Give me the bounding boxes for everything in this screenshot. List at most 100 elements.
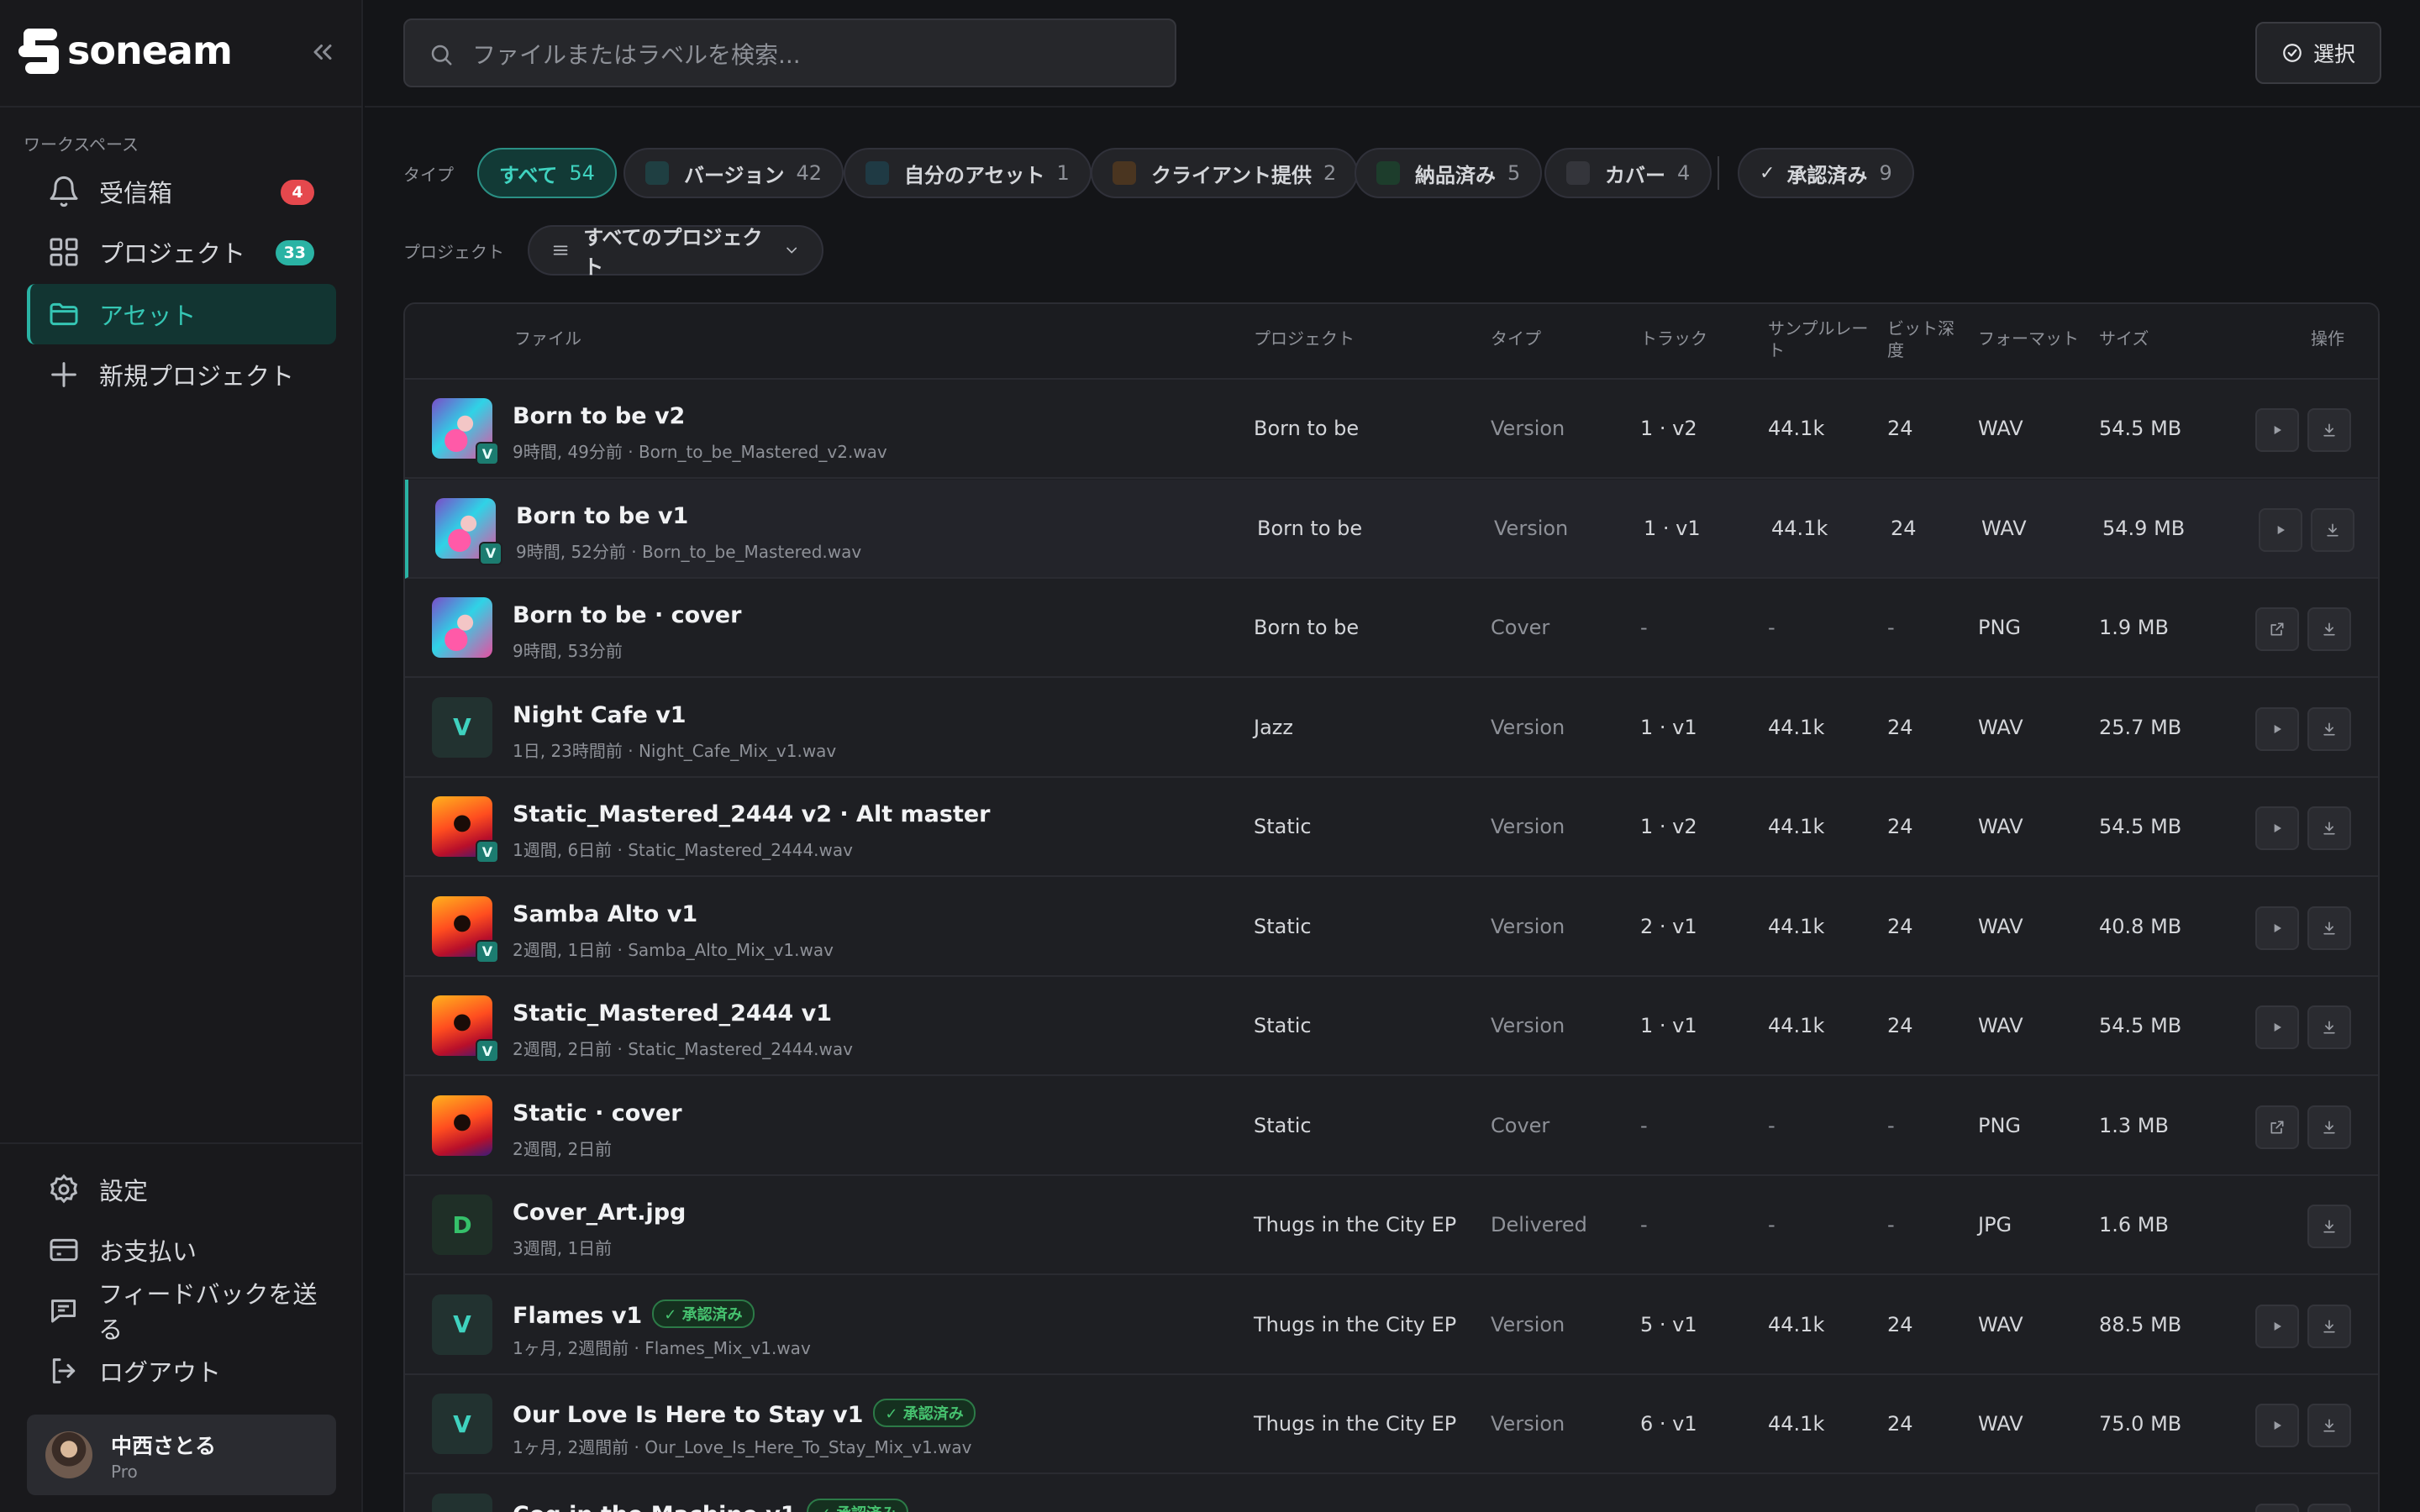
sidebar-item-projects[interactable]: プロジェクト 33	[27, 222, 336, 282]
file-name[interactable]: Flames v1 ✓ 承認済み	[513, 1299, 755, 1329]
collapse-sidebar-icon[interactable]	[308, 37, 338, 67]
file-name[interactable]: Samba Alto v1	[513, 901, 697, 927]
sidebar-item-new-project[interactable]: 新規プロジェクト	[27, 344, 336, 405]
play-button[interactable]	[2255, 1005, 2299, 1049]
open-button[interactable]	[2255, 1105, 2299, 1149]
download-button[interactable]	[2307, 706, 2351, 751]
filter-chip-all[interactable]: すべて 54	[477, 148, 617, 198]
cell-format: WAV	[1978, 1412, 2023, 1436]
play-button[interactable]	[2255, 408, 2299, 452]
download-button[interactable]	[2307, 806, 2351, 850]
cell-project: Thugs in the City EP	[1254, 1312, 1457, 1336]
play-button[interactable]	[2255, 1404, 2299, 1447]
file-name[interactable]: Cog in the Machine v1 ✓ 承認済み	[513, 1498, 909, 1512]
download-button[interactable]	[2307, 1005, 2351, 1049]
cell-project: Born to be	[1254, 417, 1360, 440]
cell-type: Cover	[1491, 616, 1550, 639]
asset-type-thumbnail: V	[432, 1394, 492, 1454]
table-row[interactable]: V Cog in the Machine v1 ✓ 承認済み	[405, 1475, 2378, 1512]
cell-size: 1.9 MB	[2099, 616, 2169, 639]
cell-bit-depth: -	[1887, 1213, 1895, 1236]
check-icon: ✓	[1760, 162, 1776, 184]
brand-logo[interactable]: soneam	[18, 25, 338, 77]
table-row[interactable]: D Cover_Art.jpg 3週間, 1日前 Thugs in the City …	[405, 1176, 2378, 1275]
download-button[interactable]	[2307, 607, 2351, 651]
file-name[interactable]: Born to be v1	[516, 503, 688, 529]
file-name-text: Static_Mastered_2444 v2 · Alt master	[513, 801, 991, 827]
open-button[interactable]	[2255, 607, 2299, 651]
table-row[interactable]: V Born to be v1 9時間, 52分前 · Born_to_be_Mas…	[405, 479, 2378, 579]
play-button[interactable]	[2255, 1503, 2299, 1512]
table-row[interactable]: V Static_Mastered_2444 v1 2週間, 2日前 · Stati…	[405, 977, 2378, 1076]
table-row[interactable]: V Flames v1 ✓ 承認済み 1ヶ月, 2週間前 · Flames_Mix_v…	[405, 1276, 2378, 1375]
file-name[interactable]: Static · cover	[513, 1100, 682, 1126]
project-dropdown-value: すべてのプロジェクト	[583, 226, 763, 279]
table-row[interactable]: V Night Cafe v1 1日, 23時間前 · Night_Cafe_Mix…	[405, 679, 2378, 778]
search-input[interactable]: ファイルまたはラベルを検索...	[403, 18, 1176, 87]
download-button[interactable]	[2307, 906, 2351, 950]
filter-chip-client-provided[interactable]: クライアント提供 2	[1091, 148, 1359, 198]
chip-count: 2	[1323, 161, 1337, 185]
file-name[interactable]: Cover_Art.jpg	[513, 1200, 686, 1226]
play-button[interactable]	[2255, 1304, 2299, 1348]
sidebar-item-settings[interactable]: 設定	[27, 1159, 336, 1220]
file-name[interactable]: Static_Mastered_2444 v1	[513, 1000, 832, 1026]
sidebar-item-label: 新規プロジェクト	[99, 362, 295, 391]
download-button[interactable]	[2307, 1105, 2351, 1149]
download-button[interactable]	[2307, 408, 2351, 452]
filter-chip-my-assets[interactable]: 自分のアセット 1	[844, 148, 1092, 198]
file-name[interactable]: Night Cafe v1	[513, 702, 687, 728]
download-button[interactable]	[2307, 1503, 2351, 1512]
select-button[interactable]: 選択	[2255, 22, 2381, 84]
file-name[interactable]: Our Love Is Here to Stay v1 ✓ 承認済み	[513, 1399, 976, 1428]
column-header-sample-rate[interactable]: サンプルレート	[1768, 318, 1877, 361]
download-button[interactable]	[2307, 1404, 2351, 1447]
file-name[interactable]: Born to be v2	[513, 403, 685, 429]
project-filter-dropdown[interactable]: すべてのプロジェクト	[528, 225, 823, 279]
table-row[interactable]: Static · cover 2週間, 2日前 Static Cover - - - PNG 1…	[405, 1077, 2378, 1176]
sidebar-item-inbox[interactable]: 受信箱 4	[27, 161, 336, 222]
gear-icon	[50, 1173, 78, 1204]
play-button[interactable]	[2255, 706, 2299, 751]
download-icon	[2323, 1419, 2335, 1432]
play-icon	[2274, 824, 2281, 832]
play-button[interactable]	[2259, 507, 2302, 552]
sidebar-item-feedback[interactable]: フィードバックを送る	[27, 1280, 336, 1344]
table-row[interactable]: Born to be · cover 9時間, 53分前 Born to be Cov…	[405, 579, 2378, 678]
filter-chip-delivered[interactable]: 納品済み 5	[1355, 148, 1543, 198]
chip-count: 42	[796, 161, 823, 185]
download-button[interactable]	[2307, 1304, 2351, 1348]
sidebar-item-assets[interactable]: アセット	[27, 284, 336, 344]
file-name[interactable]: Static_Mastered_2444 v2 · Alt master	[513, 801, 990, 827]
sidebar-item-billing[interactable]: お支払い	[27, 1220, 336, 1280]
table-row[interactable]: V Born to be v2 9時間, 49分前 · Born_to_be_Mas…	[405, 380, 2378, 479]
column-header-format[interactable]: フォーマット	[1978, 328, 2079, 349]
play-button[interactable]	[2255, 806, 2299, 850]
table-row[interactable]: V Static_Mastered_2444 v2 · Alt master 1週間…	[405, 778, 2378, 877]
cover-thumbnail	[432, 1095, 492, 1156]
column-header-size[interactable]: サイズ	[2099, 328, 2149, 349]
column-header-bit-depth[interactable]: ビット深度	[1887, 318, 1963, 361]
filter-chip-approved[interactable]: ✓ 承認済み 9	[1738, 148, 1914, 198]
filter-chip-versions[interactable]: バージョン 42	[623, 148, 844, 198]
column-header-file[interactable]: ファイル	[514, 328, 581, 349]
cell-project: Jazz	[1254, 715, 1293, 739]
play-icon	[2277, 525, 2285, 534]
sidebar-item-label: ログアウト	[99, 1358, 222, 1387]
download-button[interactable]	[2307, 1205, 2351, 1248]
table-row[interactable]: V Our Love Is Here to Stay v1 ✓ 承認済み 1ヶ月, 2…	[405, 1375, 2378, 1474]
cell-format: WAV	[1978, 1014, 2023, 1037]
approved-badge: ✓ 承認済み	[806, 1498, 909, 1512]
play-button[interactable]	[2255, 906, 2299, 950]
sidebar-item-logout[interactable]: ログアウト	[27, 1341, 336, 1401]
table-row[interactable]: V Samba Alto v1 2週間, 1日前 · Samba_Alto_Mix_…	[405, 878, 2378, 977]
download-button[interactable]	[2311, 507, 2354, 552]
column-header-project[interactable]: プロジェクト	[1254, 328, 1355, 349]
cell-size: 54.5 MB	[2099, 1014, 2182, 1037]
column-header-type[interactable]: タイプ	[1491, 328, 1541, 349]
approved-badge: ✓ 承認済み	[873, 1399, 976, 1427]
column-header-track[interactable]: トラック	[1640, 328, 1707, 349]
user-profile-card[interactable]: 中西さとる Pro	[27, 1415, 336, 1495]
filter-chip-cover[interactable]: カバー 4	[1544, 148, 1712, 198]
file-name[interactable]: Born to be · cover	[513, 602, 741, 628]
